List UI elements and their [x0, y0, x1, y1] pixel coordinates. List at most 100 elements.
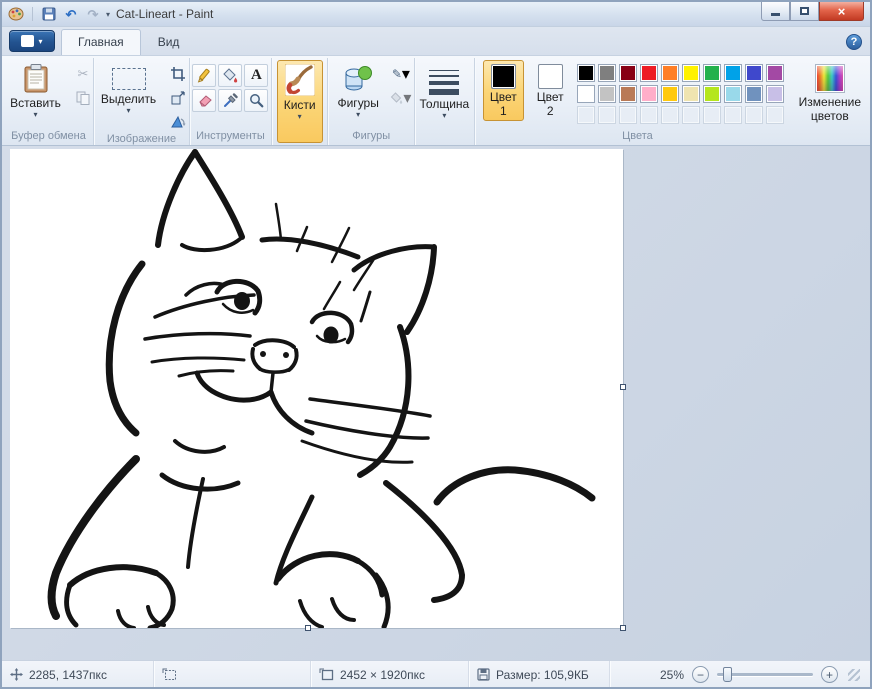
palette-swatch[interactable]	[619, 64, 637, 82]
selection-size-icon	[162, 668, 177, 681]
palette-swatch[interactable]	[598, 64, 616, 82]
eraser-tool[interactable]	[192, 89, 216, 112]
save-button[interactable]	[40, 5, 58, 23]
brush-icon	[285, 64, 315, 96]
close-icon: ×	[838, 4, 846, 19]
palette-empty-slot[interactable]	[661, 106, 679, 124]
color1-button[interactable]: Цвет1	[483, 60, 524, 121]
canvas-resize-handle-bottom[interactable]	[305, 625, 311, 631]
palette-swatch[interactable]	[766, 85, 784, 103]
magnifier-icon	[249, 93, 264, 108]
palette-swatch[interactable]	[745, 64, 763, 82]
shapes-dropdown-arrow[interactable]: ▾	[356, 111, 360, 119]
palette-swatch[interactable]	[682, 64, 700, 82]
select-button[interactable]: Выделить ▾	[94, 60, 163, 117]
palette-swatch[interactable]	[766, 64, 784, 82]
help-button[interactable]: ?	[846, 34, 862, 50]
shape-fill-button[interactable]: ▾	[390, 88, 412, 108]
zoom-in-button[interactable]: +	[821, 666, 838, 683]
group-colors: Цвет1 Цвет2 Изменениецветов Цвета	[475, 58, 870, 145]
group-clipboard: Вставить ▾ ✂ Буфер обмена	[4, 58, 94, 145]
chevron-down-icon: ▾	[38, 37, 42, 46]
palette-empty-slot[interactable]	[766, 106, 784, 124]
shapes-icon	[343, 64, 373, 94]
canvas-resize-handle-corner[interactable]	[620, 625, 626, 631]
paint-app-icon[interactable]	[7, 5, 25, 23]
edit-colors-button[interactable]: Изменениецветов	[792, 60, 868, 126]
shapes-button[interactable]: Фигуры ▾	[330, 60, 385, 121]
color2-swatch	[538, 64, 563, 89]
palette-empty-slot[interactable]	[745, 106, 763, 124]
color2-button[interactable]: Цвет2	[530, 60, 571, 121]
application-menu-button[interactable]: ▾	[9, 30, 55, 52]
brushes-button[interactable]: Кисти ▾	[277, 60, 323, 143]
palette-empty-slot[interactable]	[703, 106, 721, 124]
group-brushes: Кисти ▾	[272, 58, 329, 145]
color-picker-tool[interactable]	[218, 89, 242, 112]
palette-empty-slot[interactable]	[724, 106, 742, 124]
palette-swatch[interactable]	[682, 85, 700, 103]
palette-swatch[interactable]	[640, 85, 658, 103]
palette-empty-slot[interactable]	[598, 106, 616, 124]
palette-swatch[interactable]	[703, 64, 721, 82]
clipboard-icon	[23, 64, 49, 94]
palette-empty-slot[interactable]	[619, 106, 637, 124]
palette-swatch[interactable]	[577, 85, 595, 103]
eraser-icon	[196, 94, 212, 108]
palette-swatch[interactable]	[577, 64, 595, 82]
magnifier-tool[interactable]	[244, 89, 268, 112]
tab-home[interactable]: Главная	[61, 29, 141, 55]
close-button[interactable]: ×	[819, 2, 864, 21]
text-tool[interactable]: A	[244, 64, 268, 87]
fill-tool[interactable]	[218, 64, 242, 87]
status-selection-size	[154, 661, 311, 688]
crop-button[interactable]	[167, 64, 189, 84]
status-image-size: 2452 × 1920пкс	[311, 661, 469, 688]
palette-swatch[interactable]	[661, 64, 679, 82]
paste-dropdown-arrow[interactable]: ▾	[33, 111, 37, 119]
palette-swatch[interactable]	[724, 85, 742, 103]
palette-swatch[interactable]	[598, 85, 616, 103]
tab-view[interactable]: Вид	[141, 29, 197, 55]
redo-button[interactable]: ↷	[84, 5, 102, 23]
canvas-resize-handle-right[interactable]	[620, 384, 626, 390]
group-tools: A Инструменты	[190, 58, 272, 145]
menu-icon	[21, 35, 34, 47]
scissors-icon: ✂	[77, 66, 88, 82]
palette-empty-slot[interactable]	[682, 106, 700, 124]
palette-swatch[interactable]	[640, 64, 658, 82]
zoom-slider[interactable]	[717, 673, 813, 676]
copy-button[interactable]	[72, 88, 94, 108]
paint-canvas[interactable]	[10, 149, 623, 628]
zoom-out-button[interactable]: −	[692, 666, 709, 683]
zoom-level: 25%	[660, 668, 684, 682]
thickness-dropdown-arrow[interactable]: ▾	[442, 112, 446, 120]
resize-button[interactable]	[167, 88, 189, 108]
eyedropper-icon	[223, 93, 238, 108]
pencil-tool[interactable]	[192, 64, 216, 87]
palette-empty-slot[interactable]	[640, 106, 658, 124]
select-dropdown-arrow[interactable]: ▾	[127, 107, 131, 115]
palette-swatch[interactable]	[745, 85, 763, 103]
cut-button[interactable]: ✂	[72, 64, 94, 84]
palette-swatch[interactable]	[724, 64, 742, 82]
palette-swatch[interactable]	[703, 85, 721, 103]
resize-grip[interactable]	[848, 669, 860, 681]
rotate-button[interactable]	[167, 112, 189, 132]
color1-swatch	[491, 64, 516, 89]
undo-button[interactable]: ↶	[62, 5, 80, 23]
outline-icon: ✎	[392, 67, 402, 81]
separator	[32, 7, 33, 21]
shape-outline-button[interactable]: ✎ ▾	[390, 64, 412, 84]
paste-button[interactable]: Вставить ▾	[3, 60, 68, 121]
ribbon: Вставить ▾ ✂ Буфер обмена Выделить ▾	[2, 56, 870, 146]
thickness-button[interactable]: Толщина ▾	[413, 60, 477, 145]
zoom-slider-thumb[interactable]	[723, 667, 732, 682]
palette-swatch[interactable]	[661, 85, 679, 103]
palette-empty-slot[interactable]	[577, 106, 595, 124]
minimize-button[interactable]	[761, 2, 790, 21]
restore-button[interactable]	[790, 2, 819, 21]
brushes-dropdown-arrow[interactable]: ▾	[298, 113, 302, 121]
minimize-icon	[771, 13, 780, 16]
palette-swatch[interactable]	[619, 85, 637, 103]
